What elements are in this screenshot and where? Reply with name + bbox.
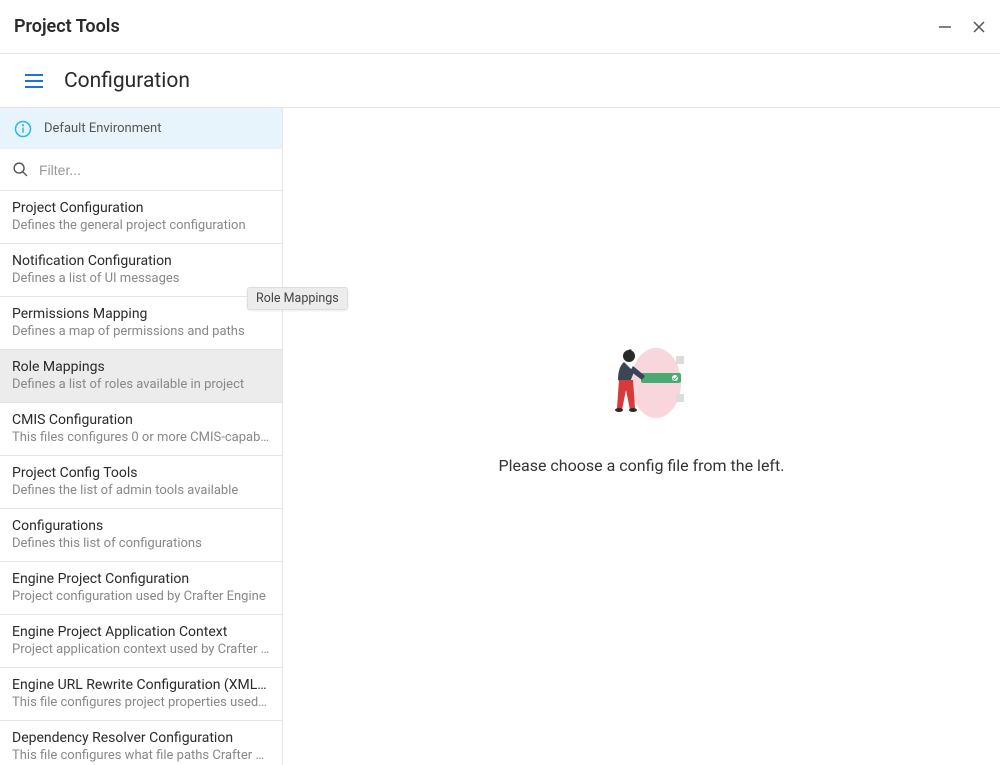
- config-item-title: Dependency Resolver Configuration: [12, 730, 270, 746]
- config-item-dependency-resolver-configuration[interactable]: Dependency Resolver Configuration This f…: [0, 721, 282, 765]
- page-title: Configuration: [64, 69, 190, 93]
- config-item-title: Configurations: [12, 518, 270, 534]
- config-item-engine-project-application-context[interactable]: Engine Project Application Context Proje…: [0, 615, 282, 668]
- config-item-project-config-tools[interactable]: Project Config Tools Defines the list of…: [0, 456, 282, 509]
- config-list: Project Configuration Defines the genera…: [0, 191, 282, 765]
- menu-icon[interactable]: [22, 69, 46, 93]
- search-icon: [12, 161, 29, 178]
- minimize-button[interactable]: [938, 20, 952, 34]
- config-item-desc: Defines this list of configurations: [12, 536, 270, 551]
- filter-input[interactable]: [39, 162, 270, 178]
- config-item-desc: Defines the general project configuratio…: [12, 218, 270, 233]
- config-item-desc: This file configures project properties …: [12, 695, 270, 710]
- empty-illustration: [591, 338, 691, 438]
- info-icon: [14, 120, 32, 138]
- filter-row: [0, 149, 282, 190]
- tooltip: Role Mappings: [247, 287, 348, 310]
- config-item-title: CMIS Configuration: [12, 412, 270, 428]
- config-item-desc: Defines a list of UI messages: [12, 271, 270, 286]
- config-item-cmis-configuration[interactable]: CMIS Configuration This files configures…: [0, 403, 282, 456]
- config-item-desc: Defines a list of roles available in pro…: [12, 377, 270, 392]
- config-item-desc: Project application context used by Craf…: [12, 642, 270, 657]
- config-item-engine-project-configuration[interactable]: Engine Project Configuration Project con…: [0, 562, 282, 615]
- config-item-title: Engine Project Configuration: [12, 571, 270, 587]
- config-item-project-configuration[interactable]: Project Configuration Defines the genera…: [0, 191, 282, 244]
- config-item-title: Project Config Tools: [12, 465, 270, 481]
- config-item-title: Engine URL Rewrite Configuration (XML St…: [12, 677, 270, 693]
- sidebar: Default Environment Project Configuratio…: [0, 108, 283, 765]
- config-item-notification-configuration[interactable]: Notification Configuration Defines a lis…: [0, 244, 282, 297]
- config-item-configurations[interactable]: Configurations Defines this list of conf…: [0, 509, 282, 562]
- config-item-desc: This file configures what file paths Cra…: [12, 748, 270, 763]
- main-panel: Please choose a config file from the lef…: [283, 108, 1000, 765]
- empty-message: Please choose a config file from the lef…: [499, 456, 785, 475]
- environment-label: Default Environment: [44, 121, 161, 136]
- config-item-desc: Defines a map of permissions and paths: [12, 324, 270, 339]
- config-item-title: Role Mappings: [12, 359, 270, 375]
- config-item-permissions-mapping[interactable]: Permissions Mapping Defines a map of per…: [0, 297, 282, 350]
- empty-state: Please choose a config file from the lef…: [499, 338, 785, 475]
- config-item-desc: Defines the list of admin tools availabl…: [12, 483, 270, 498]
- window-controls: [938, 20, 986, 34]
- config-item-title: Project Configuration: [12, 200, 270, 216]
- config-item-desc: This files configures 0 or more CMIS-cap…: [12, 430, 270, 445]
- app-title: Project Tools: [14, 16, 120, 37]
- config-item-desc: Project configuration used by Crafter En…: [12, 589, 270, 604]
- page-header: Configuration: [0, 54, 1000, 108]
- environment-banner: Default Environment: [0, 108, 282, 149]
- content: Default Environment Project Configuratio…: [0, 108, 1000, 765]
- titlebar: Project Tools: [0, 0, 1000, 54]
- config-item-title: Engine Project Application Context: [12, 624, 270, 640]
- config-item-role-mappings[interactable]: Role Mappings Defines a list of roles av…: [0, 350, 282, 403]
- config-item-engine-url-rewrite-configuration[interactable]: Engine URL Rewrite Configuration (XML St…: [0, 668, 282, 721]
- close-button[interactable]: [972, 20, 986, 34]
- config-item-title: Notification Configuration: [12, 253, 270, 269]
- config-item-title: Permissions Mapping: [12, 306, 270, 322]
